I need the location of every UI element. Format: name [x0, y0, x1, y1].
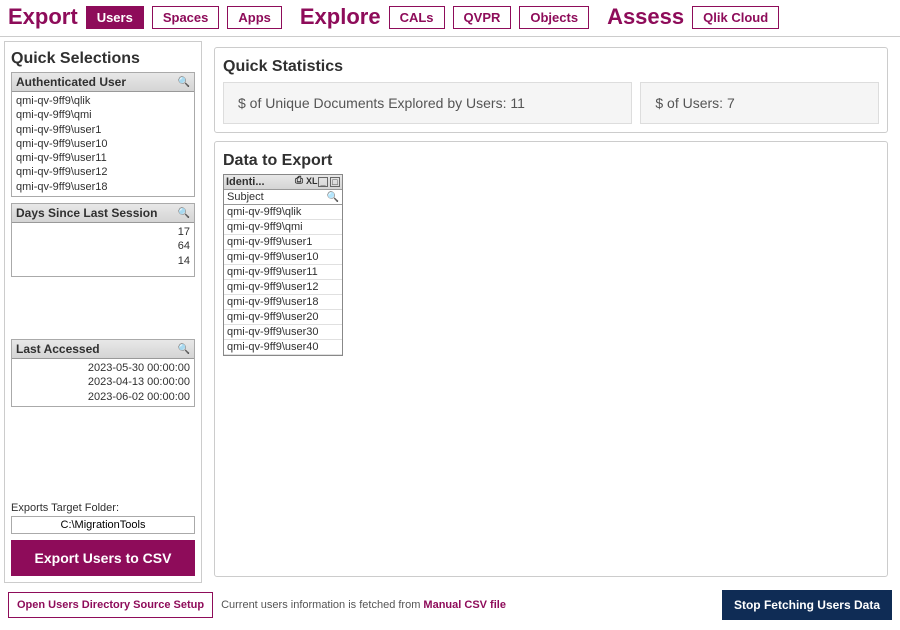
list-item[interactable]: qmi-qv-9ff9\user20: [224, 310, 342, 325]
search-icon[interactable]: 🔍: [178, 344, 190, 355]
list-item[interactable]: qmi-qv-9ff9\user11: [224, 265, 342, 280]
list-item[interactable]: qmi-qv-9ff9\user18: [16, 180, 190, 194]
nav-title-assess: Assess: [607, 4, 684, 30]
list-item[interactable]: qmi-qv-9ff9\user30: [224, 325, 342, 340]
nav-title-explore: Explore: [300, 4, 381, 30]
bottom-bar: Open Users Directory Source Setup Curren…: [0, 587, 900, 623]
list-item[interactable]: qmi-qv-9ff9\user12: [16, 165, 190, 179]
listbox-header: Last Accessed: [16, 342, 100, 356]
export-users-button[interactable]: Export Users to CSV: [11, 540, 195, 576]
list-item[interactable]: qmi-qv-9ff9\qmi: [224, 220, 342, 235]
quick-selections-panel: Quick Selections Authenticated User 🔍 qm…: [4, 41, 202, 583]
tablebox-identities[interactable]: Identi... ⎙ XL _ □ Subject 🔍 qmi-qv-9ff9…: [223, 174, 343, 356]
list-item[interactable]: qmi-qv-9ff9\user12: [224, 280, 342, 295]
list-item[interactable]: qmi-qv-9ff9\user40: [224, 340, 342, 355]
tab-objects[interactable]: Objects: [519, 6, 589, 29]
list-item[interactable]: 2023-04-13 00:00:00: [16, 375, 190, 389]
excel-icon[interactable]: XL: [306, 177, 316, 187]
nav-group-explore: Explore CALs QVPR Objects: [300, 4, 589, 30]
exports-target-label: Exports Target Folder:: [11, 502, 195, 514]
data-to-export-panel: Data to Export Identi... ⎙ XL _ □ Subjec…: [214, 141, 888, 577]
print-icon[interactable]: ⎙: [294, 177, 304, 187]
tab-users[interactable]: Users: [86, 6, 144, 29]
nav-title-export: Export: [8, 4, 78, 30]
listbox-header: Authenticated User: [16, 75, 126, 89]
list-item[interactable]: qmi-qv-9ff9\user18: [224, 295, 342, 310]
maximize-icon[interactable]: □: [330, 177, 340, 187]
nav-group-export: Export Users Spaces Apps: [8, 4, 282, 30]
stop-fetching-button[interactable]: Stop Fetching Users Data: [722, 590, 892, 620]
minimize-icon[interactable]: _: [318, 177, 328, 187]
tab-qvpr[interactable]: QVPR: [453, 6, 512, 29]
quick-statistics-panel: Quick Statistics $ of Unique Documents E…: [214, 47, 888, 133]
list-item[interactable]: 17: [16, 225, 190, 239]
list-item[interactable]: 14: [16, 254, 190, 268]
search-icon[interactable]: 🔍: [327, 192, 339, 203]
list-item[interactable]: qmi-qv-9ff9\user10: [16, 137, 190, 151]
open-users-directory-setup-button[interactable]: Open Users Directory Source Setup: [8, 592, 213, 618]
listbox-auth-user[interactable]: Authenticated User 🔍 qmi-qv-9ff9\qlikqmi…: [11, 72, 195, 197]
list-item[interactable]: 2023-05-30 00:00:00: [16, 361, 190, 375]
tab-cals[interactable]: CALs: [389, 6, 445, 29]
stat-users: $ of Users: 7: [640, 82, 879, 124]
list-item[interactable]: qmi-qv-9ff9\user1: [16, 123, 190, 137]
stat-unique-docs: $ of Unique Documents Explored by Users:…: [223, 82, 632, 124]
list-item[interactable]: qmi-qv-9ff9\user1: [224, 235, 342, 250]
search-icon[interactable]: 🔍: [178, 208, 190, 219]
list-item[interactable]: 64: [16, 239, 190, 253]
listbox-last-accessed[interactable]: Last Accessed 🔍 2023-05-30 00:00:002023-…: [11, 339, 195, 407]
list-item[interactable]: 2023-06-02 00:00:00: [16, 390, 190, 404]
listbox-days[interactable]: Days Since Last Session 🔍 176414: [11, 203, 195, 277]
exports-target-input[interactable]: [11, 516, 195, 534]
listbox-header: Days Since Last Session: [16, 206, 157, 220]
list-item[interactable]: qmi-qv-9ff9\user10: [224, 250, 342, 265]
search-icon[interactable]: 🔍: [178, 77, 190, 88]
tablebox-title: Identi...: [226, 176, 294, 188]
list-item[interactable]: qmi-qv-9ff9\qlik: [224, 205, 342, 220]
quick-selections-title: Quick Selections: [11, 50, 195, 68]
quick-statistics-title: Quick Statistics: [223, 58, 879, 76]
list-item[interactable]: qmi-qv-9ff9\qlik: [16, 94, 190, 108]
column-header-subject[interactable]: Subject: [227, 191, 264, 203]
tab-apps[interactable]: Apps: [227, 6, 282, 29]
tab-qlikcloud[interactable]: Qlik Cloud: [692, 6, 779, 29]
top-nav: Export Users Spaces Apps Explore CALs QV…: [0, 0, 900, 37]
fetch-info-text: Current users information is fetched fro…: [221, 599, 506, 611]
tab-spaces[interactable]: Spaces: [152, 6, 220, 29]
data-to-export-title: Data to Export: [223, 152, 879, 170]
list-item[interactable]: qmi-qv-9ff9\qmi: [16, 108, 190, 122]
nav-group-assess: Assess Qlik Cloud: [607, 4, 779, 30]
list-item[interactable]: qmi-qv-9ff9\user11: [16, 151, 190, 165]
